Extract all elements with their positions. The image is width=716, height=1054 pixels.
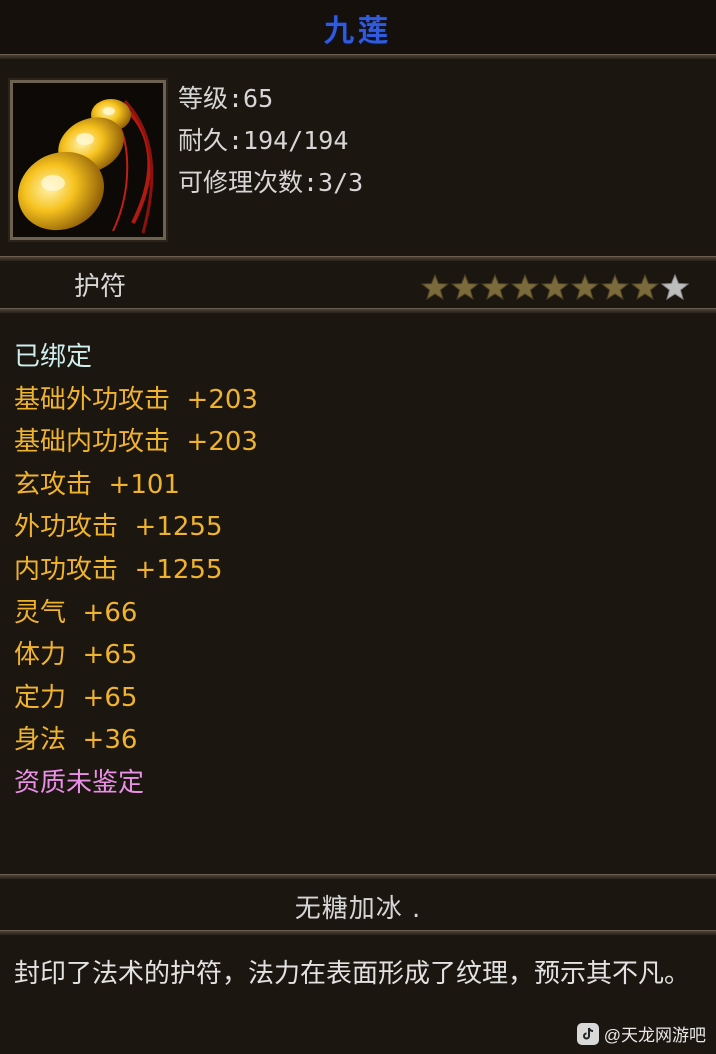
attribute-label: 身法 [14,725,67,756]
attribute-value: +1255 [134,512,223,543]
star-filled-icon [630,274,660,300]
star-empty-icon [660,274,690,300]
watermark: @天龙网游吧 [576,1021,706,1046]
divider [0,308,716,313]
gourd-amulet-icon [13,83,163,237]
attribute-value: +101 [108,469,180,500]
attribute-row: 外功攻击 +1255 [14,506,258,549]
attribute-label: 定力 [14,682,67,713]
divider [0,930,716,935]
attribute-row: 基础内功攻击 +203 [14,421,258,464]
attribute-value: +203 [186,384,258,415]
item-type-row: 护符 [0,262,716,308]
douyin-logo-icon [576,1022,599,1045]
divider [0,54,716,59]
star-filled-icon [480,274,510,300]
item-type-label: 护符 [74,272,127,302]
star-rating [420,274,690,300]
attribute-label: 基础外功攻击 [14,384,171,415]
attribute-row: 基础外功攻击 +203 [14,379,258,422]
level-text: 等级:65 [178,84,274,113]
attribute-label: 外功攻击 [14,512,119,543]
attribute-value: +65 [82,640,138,671]
divider [0,256,716,261]
divider [0,874,716,879]
quality-status: 资质未鉴定 [14,767,145,798]
attribute-value: +65 [82,682,138,713]
attribute-label: 灵气 [14,597,67,628]
attribute-row: 定力 +65 [14,677,258,720]
item-tooltip: 九莲 等级:65 耐久:194/194 可修理次数:3/3 护符 已绑定 基础外… [0,0,716,1054]
star-filled-icon [420,274,450,300]
attribute-row: 体力 +65 [14,634,258,677]
star-filled-icon [450,274,480,300]
star-filled-icon [600,274,630,300]
attribute-row: 灵气 +66 [14,592,258,635]
attribute-value: +36 [82,725,138,756]
attribute-list: 已绑定 基础外功攻击 +203 基础内功攻击 +203 玄攻击 +101 外功攻击 +… [14,336,258,805]
item-basic-stats: 等级:65 耐久:194/194 可修理次数:3/3 [178,78,363,204]
attribute-value: +203 [186,427,258,458]
attribute-label: 体力 [14,640,67,671]
durability-text: 耐久:194/194 [178,126,349,155]
attribute-label: 内功攻击 [14,554,119,585]
star-filled-icon [570,274,600,300]
star-filled-icon [540,274,570,300]
attribute-row: 玄攻击 +101 [14,464,258,507]
attribute-label: 基础内功攻击 [14,427,171,458]
item-title: 九莲 [0,0,716,56]
owner-name: 无糖加冰 . [294,893,422,924]
repairs-text: 可修理次数:3/3 [178,168,364,197]
attribute-value: +1255 [134,554,223,585]
bound-status: 已绑定 [14,342,93,372]
item-description: 封印了法术的护符，法力在表面形成了纹理，预示其不凡。 [14,959,691,989]
item-icon-slot[interactable] [8,78,168,242]
watermark-text: @天龙网游吧 [603,1026,706,1045]
attribute-row: 内功攻击 +1255 [14,549,258,592]
attribute-row: 身法 +36 [14,719,258,762]
star-filled-icon [510,274,540,300]
attribute-label: 玄攻击 [14,469,93,500]
attribute-value: +66 [82,597,138,628]
